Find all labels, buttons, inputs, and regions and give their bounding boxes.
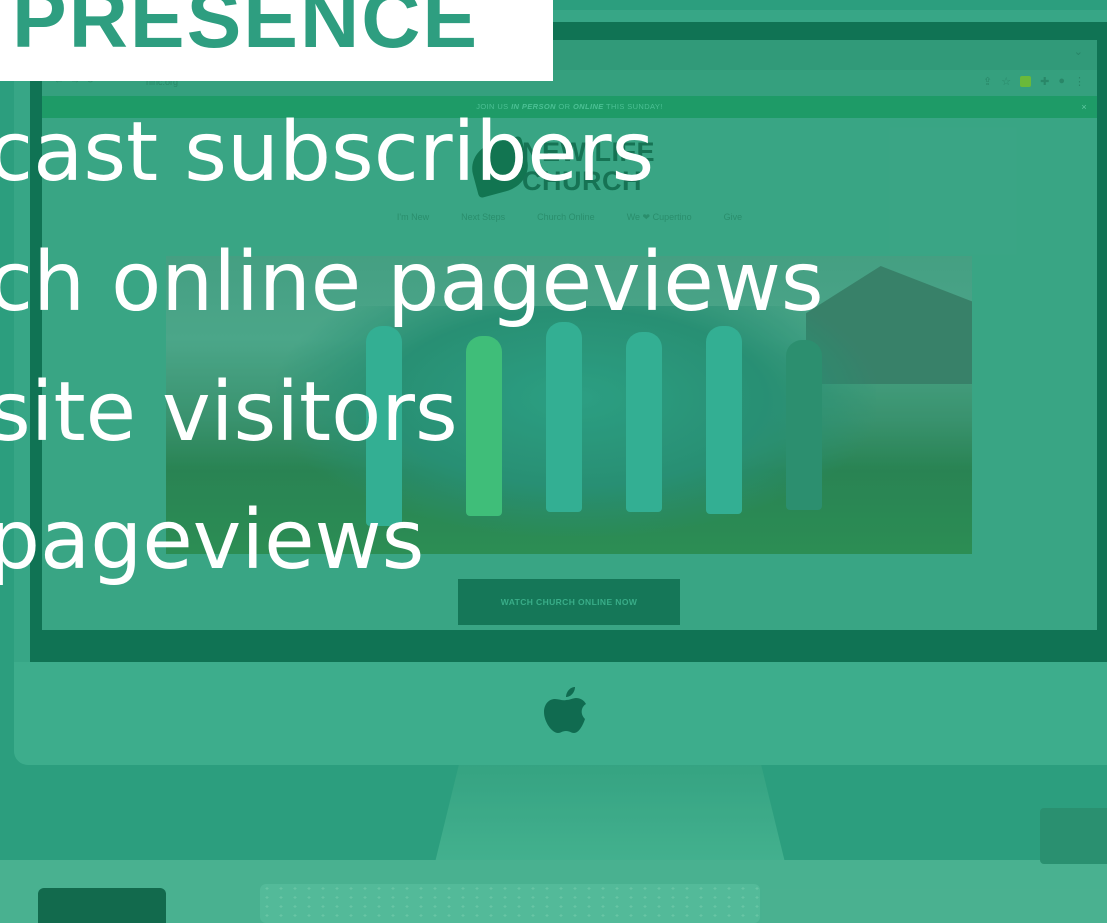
stat-church-online-pageviews: ch online pageviews [0,235,824,330]
stat-pageviews: pageviews [0,493,425,588]
stat-podcast-subscribers: cast subscribers [0,105,655,200]
slide: ⌄ ←→↻ nlhc.org ⇪ ☆ ✚ ● ⋮ JOIN US IN PERS… [0,0,1107,923]
headline: PRESENCE [12,0,480,65]
stat-website-visitors: site visitors [0,365,458,460]
headline-box: PRESENCE [0,0,553,81]
